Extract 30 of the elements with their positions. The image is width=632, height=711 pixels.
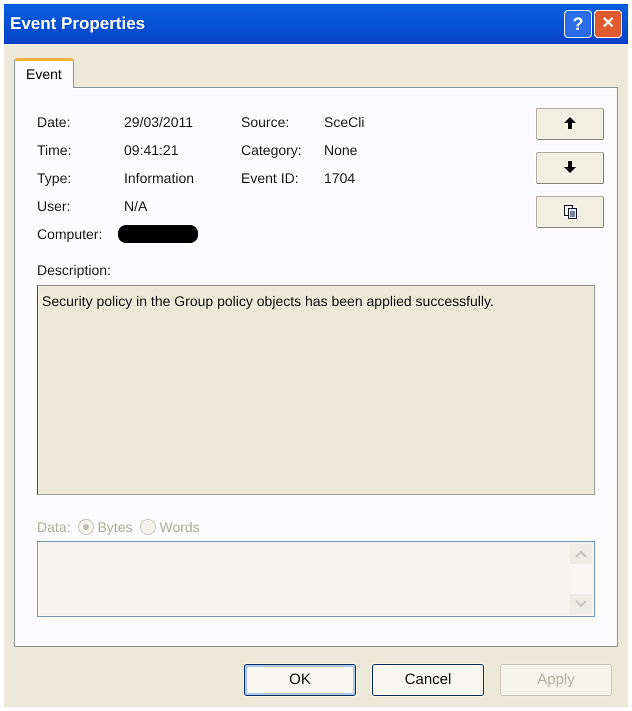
data-label: Data: [37,518,70,536]
field-label: Category: [241,140,303,160]
window-title: Event Properties [10,13,146,36]
field-value: Information [124,168,194,188]
description-text: Security policy in the Group policy objects has been applied successfully. [42,293,494,309]
field-label: Event ID: [241,168,300,188]
copy-button[interactable] [536,196,604,228]
field-label: Date: [37,112,72,132]
down-arrow-icon [564,161,576,175]
field-label: Computer: [37,224,104,244]
field-label: User: [37,196,72,216]
help-button[interactable]: ? [564,10,592,38]
dialog-button[interactable]: Cancel [372,664,484,696]
field-label: Time: [37,140,72,160]
field-label: Source: [241,112,290,132]
close-button[interactable]: ✕ [594,10,622,38]
dialog-button[interactable]: OK [244,664,356,696]
field-value: 1704 [324,168,356,188]
next-button[interactable] [536,152,604,184]
field-value: SceCli [324,112,364,132]
up-arrow-icon [564,117,576,131]
field-value: 09:41:21 [124,140,178,160]
copy-icon [564,205,576,219]
tab[interactable]: Event [14,58,74,88]
previous-button[interactable] [536,108,604,140]
field-value: None [324,140,358,160]
field-value: N/A [124,196,148,216]
description-label: Description: [37,261,112,280]
field-label: Type: [37,168,72,188]
field-value: 29/03/2011 [124,112,194,132]
